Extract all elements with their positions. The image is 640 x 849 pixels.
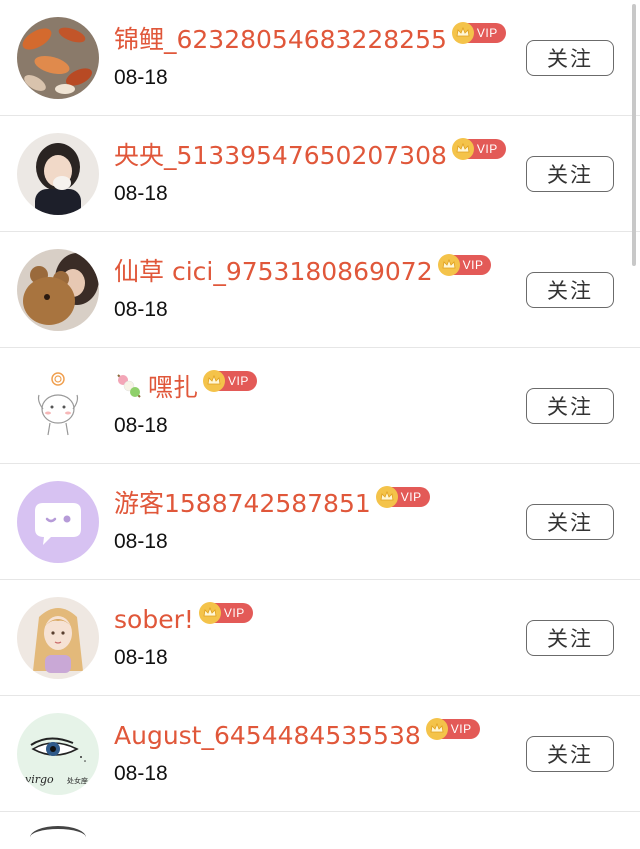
list-item[interactable]: 游客1588742587851 VIP 08-18 关注 — [0, 464, 640, 580]
follow-button[interactable]: 关注 — [526, 40, 614, 76]
list-item[interactable]: 嘿扎 VIP 08-18 关注 — [0, 348, 640, 464]
list-item[interactable]: 仙草 cici_9753180869072 VIP 08-18 关注 — [0, 232, 640, 348]
avatar[interactable] — [17, 133, 99, 215]
vip-label: VIP — [462, 258, 484, 272]
vip-badge: VIP — [437, 254, 492, 276]
avatar-text-zodiac: 处女座 — [67, 776, 88, 785]
crown-icon — [451, 21, 475, 45]
vip-label: VIP — [476, 142, 498, 156]
avatar[interactable] — [17, 17, 99, 99]
scrollbar[interactable] — [632, 4, 636, 266]
name-line: 游客1588742587851 VIP — [114, 484, 430, 524]
username[interactable]: sober! — [114, 600, 194, 640]
koi-fish-photo — [17, 17, 99, 99]
list-item[interactable]: 央央_51339547650207308 VIP 08-18 关注 — [0, 116, 640, 232]
vip-label: VIP — [400, 490, 422, 504]
avatar[interactable] — [17, 597, 99, 679]
follow-date: 08-18 — [114, 414, 168, 437]
follow-date: 08-18 — [114, 646, 168, 669]
default-chat-avatar — [17, 481, 99, 563]
vip-badge: VIP — [375, 486, 430, 508]
follow-date: 08-18 — [114, 530, 168, 553]
list-item[interactable]: virgo 处女座 August_6454484535538 VIP 08-18… — [0, 696, 640, 812]
vip-badge: VIP — [425, 718, 480, 740]
follow-button[interactable]: 关注 — [526, 272, 614, 308]
follow-date: 08-18 — [114, 182, 168, 205]
list-item[interactable]: 锦鲤_62328054683228255 VIP 08-18 关注 — [0, 0, 640, 116]
girl-with-teddy-bear-photo — [17, 249, 99, 331]
vip-label: VIP — [450, 722, 472, 736]
username[interactable]: 央央_51339547650207308 — [114, 136, 447, 176]
name-line: August_6454484535538 VIP — [114, 716, 480, 756]
name-line: 锦鲤_62328054683228255 VIP — [114, 20, 506, 60]
dango-icon — [114, 371, 144, 405]
name-line: 嘿扎 VIP — [114, 368, 257, 408]
crown-icon — [437, 253, 461, 277]
illustrated-girl — [17, 597, 99, 679]
follow-button[interactable]: 关注 — [526, 156, 614, 192]
name-line: 央央_51339547650207308 VIP — [114, 136, 506, 176]
list-item[interactable]: sober! VIP 08-18 关注 — [0, 580, 640, 696]
crown-icon — [375, 485, 399, 509]
username[interactable]: 仙草 cici_9753180869072 — [114, 252, 433, 292]
avatar[interactable] — [30, 826, 86, 849]
vip-badge: VIP — [451, 138, 506, 160]
follow-date: 08-18 — [114, 66, 168, 89]
crown-icon — [451, 137, 475, 161]
avatar[interactable] — [17, 249, 99, 331]
avatar[interactable]: virgo 处女座 — [17, 713, 99, 795]
crown-icon — [425, 717, 449, 741]
vip-badge: VIP — [203, 370, 257, 392]
girl-photo — [17, 133, 99, 215]
crown-icon — [202, 369, 226, 393]
vip-label: VIP — [476, 26, 498, 40]
username[interactable]: 嘿扎 — [148, 368, 198, 408]
eye-virgo: virgo 处女座 — [17, 713, 99, 795]
vip-badge: VIP — [451, 22, 506, 44]
follow-date: 08-18 — [114, 762, 168, 785]
name-line: sober! VIP — [114, 600, 253, 640]
vip-label: VIP — [223, 606, 245, 620]
crown-icon — [198, 601, 222, 625]
follow-button[interactable]: 关注 — [526, 388, 614, 424]
name-line: 仙草 cici_9753180869072 VIP — [114, 252, 492, 292]
follow-button[interactable]: 关注 — [526, 736, 614, 772]
avatar[interactable] — [17, 481, 99, 563]
username[interactable]: 锦鲤_62328054683228255 — [114, 20, 447, 60]
vip-badge: VIP — [198, 602, 253, 624]
avatar-text-virgo: virgo — [25, 773, 54, 786]
avatar[interactable] — [17, 365, 99, 447]
cartoon-character — [17, 365, 99, 447]
follow-list: 锦鲤_62328054683228255 VIP 08-18 关注 央央_513… — [0, 0, 640, 812]
follow-button[interactable]: 关注 — [526, 504, 614, 540]
username[interactable]: 游客1588742587851 — [114, 484, 371, 524]
follow-button[interactable]: 关注 — [526, 620, 614, 656]
username[interactable]: August_6454484535538 — [114, 716, 421, 756]
follow-date: 08-18 — [114, 298, 168, 321]
vip-label: VIP — [228, 374, 249, 388]
